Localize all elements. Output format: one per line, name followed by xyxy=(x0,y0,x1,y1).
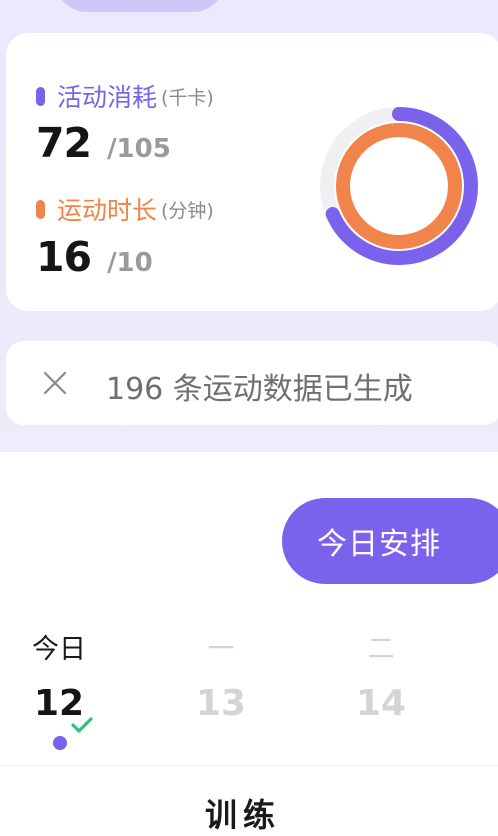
day-weekday-label: 一 xyxy=(207,634,235,665)
calories-value-row: 72 /105 xyxy=(36,119,171,167)
data-generated-notice: 196 条运动数据已生成 xyxy=(6,341,498,425)
character-illustration xyxy=(55,0,225,12)
calories-value: 72 xyxy=(36,119,92,167)
calories-label: 活动消耗 xyxy=(57,83,158,112)
calories-legend-dot xyxy=(36,86,45,106)
duration-stat-label: 运动时长 (分钟) xyxy=(36,191,214,227)
duration-goal: /10 xyxy=(107,248,153,278)
calories-stat-label: 活动消耗 (千卡) xyxy=(36,78,214,114)
day-item-today[interactable]: 今日 12 xyxy=(14,633,104,724)
section-title: 训练 xyxy=(205,796,282,834)
duration-legend-dot xyxy=(36,199,45,219)
day-weekday-label: 今日 xyxy=(32,634,86,665)
day-number: 13 xyxy=(195,683,247,724)
divider xyxy=(0,765,498,766)
duration-progress-arc xyxy=(336,123,462,249)
calories-unit: (千卡) xyxy=(161,86,214,109)
activity-progress-ring xyxy=(320,107,478,265)
duration-unit: (分钟) xyxy=(161,199,214,222)
day-item-tue[interactable]: 二 14 xyxy=(336,633,426,724)
duration-value: 16 xyxy=(36,233,92,281)
calories-goal: /105 xyxy=(107,134,171,164)
close-icon[interactable] xyxy=(42,370,68,396)
day-item-mon[interactable]: 一 13 xyxy=(176,633,266,724)
selected-day-indicator xyxy=(53,736,67,750)
today-plan-button[interactable]: 今日安排 xyxy=(282,498,498,584)
notice-text: 196 条运动数据已生成 xyxy=(106,372,413,407)
check-icon xyxy=(71,717,93,733)
duration-label: 运动时长 xyxy=(57,196,158,225)
duration-value-row: 16 /10 xyxy=(36,233,153,281)
day-number: 14 xyxy=(355,683,407,724)
activity-summary-card[interactable]: 活动消耗 (千卡) 72 /105 运动时长 (分钟) 16 /10 xyxy=(6,33,498,311)
day-weekday-label: 二 xyxy=(367,634,395,665)
